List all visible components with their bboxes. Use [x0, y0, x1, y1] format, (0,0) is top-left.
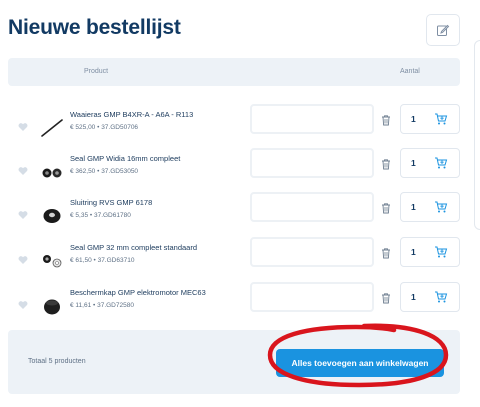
- product-name[interactable]: Seal GMP 32 mm compleet standaard: [70, 243, 197, 252]
- product-price-sku: € 61,50 • 37.GD63710: [70, 257, 135, 264]
- trash-icon[interactable]: [380, 247, 392, 259]
- heart-icon[interactable]: [18, 210, 28, 220]
- cart-icon[interactable]: [434, 290, 448, 304]
- total-products: Totaal 5 producten: [28, 358, 86, 365]
- column-header-product: Product: [84, 68, 109, 75]
- quantity-value[interactable]: 1: [411, 292, 416, 302]
- note-input[interactable]: [250, 192, 374, 222]
- quantity-stepper[interactable]: 1: [400, 192, 460, 222]
- quantity-stepper[interactable]: 1: [400, 148, 460, 178]
- product-price-sku: € 362,50 • 37.GD53050: [70, 168, 139, 175]
- heart-icon[interactable]: [18, 300, 28, 310]
- cart-icon[interactable]: [434, 112, 448, 126]
- edit-list-button[interactable]: [426, 14, 460, 46]
- page-title: Nieuwe bestellijst: [8, 16, 181, 39]
- cart-icon[interactable]: [434, 156, 448, 170]
- quantity-value[interactable]: 1: [411, 114, 416, 124]
- trash-icon[interactable]: [380, 114, 392, 126]
- quantity-stepper[interactable]: 1: [400, 237, 460, 267]
- cart-icon[interactable]: [434, 200, 448, 214]
- table-row: Seal GMP Widia 16mm compleet € 362,50 • …: [8, 148, 460, 196]
- list-footer: Totaal 5 producten Alles toevoegen aan w…: [8, 330, 460, 394]
- quantity-value[interactable]: 1: [411, 202, 416, 212]
- trash-icon[interactable]: [380, 202, 392, 214]
- table-row: Sluitring RVS GMP 6178 € 5,35 • 37.GD617…: [8, 192, 460, 240]
- heart-icon[interactable]: [18, 255, 28, 265]
- product-image: [38, 247, 66, 275]
- table-row: Seal GMP 32 mm compleet standaard € 61,5…: [8, 237, 460, 285]
- cart-icon[interactable]: [434, 245, 448, 259]
- product-price-sku: € 525,00 • 37.GD50706: [70, 124, 139, 131]
- side-panel: [474, 40, 480, 230]
- product-image: [38, 292, 66, 320]
- note-input[interactable]: [250, 237, 374, 267]
- table-header: Product Aantal: [8, 58, 460, 86]
- table-row: Beschermkap GMP elektromotor MEC63 € 11,…: [8, 282, 460, 330]
- product-name[interactable]: Beschermkap GMP elektromotor MEC63: [70, 288, 206, 297]
- column-header-quantity: Aantal: [400, 68, 420, 75]
- note-input[interactable]: [250, 282, 374, 312]
- trash-icon[interactable]: [380, 158, 392, 170]
- product-image: [38, 114, 66, 142]
- table-row: Waaieras GMP B4XR-A - A6A - R113 € 525,0…: [8, 104, 460, 152]
- product-name[interactable]: Waaieras GMP B4XR-A - A6A - R113: [70, 110, 193, 119]
- heart-icon[interactable]: [18, 122, 28, 132]
- product-name[interactable]: Sluitring RVS GMP 6178: [70, 198, 152, 207]
- quantity-value[interactable]: 1: [411, 158, 416, 168]
- product-price-sku: € 11,61 • 37.GD72580: [70, 302, 134, 309]
- edit-icon: [437, 24, 450, 36]
- quantity-value[interactable]: 1: [411, 247, 416, 257]
- product-name[interactable]: Seal GMP Widia 16mm compleet: [70, 154, 180, 163]
- trash-icon[interactable]: [380, 292, 392, 304]
- quantity-stepper[interactable]: 1: [400, 104, 460, 134]
- product-price-sku: € 5,35 • 37.GD61780: [70, 212, 131, 219]
- note-input[interactable]: [250, 104, 374, 134]
- heart-icon[interactable]: [18, 166, 28, 176]
- quantity-stepper[interactable]: 1: [400, 282, 460, 312]
- product-image: [38, 202, 66, 230]
- add-all-to-cart-button[interactable]: Alles toevoegen aan winkelwagen: [276, 349, 444, 377]
- note-input[interactable]: [250, 148, 374, 178]
- product-image: [38, 158, 66, 186]
